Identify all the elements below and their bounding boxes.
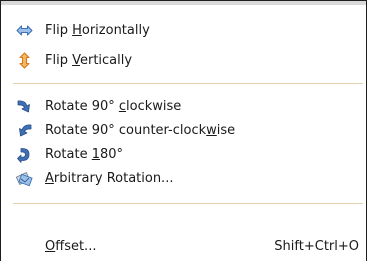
rotate-180-icon: [16, 146, 33, 163]
rotate-180-label: Rotate 180°: [45, 147, 124, 162]
arbitrary-rotation-icon: [16, 170, 33, 187]
rotate-180-item[interactable]: Rotate 180°: [1, 143, 366, 166]
rotate-90-counter-clockwise-item[interactable]: Rotate 90° counter-clockwise: [1, 119, 366, 142]
flip-horizontal-icon: [16, 22, 33, 39]
menu-separator: [13, 83, 363, 84]
rotate-90-clockwise-label: Rotate 90° clockwise: [45, 99, 182, 114]
offset-item[interactable]: Offset... Shift+Ctrl+O: [1, 235, 366, 258]
rotate-90-clockwise-item[interactable]: Rotate 90° clockwise: [1, 95, 366, 118]
offset-shortcut: Shift+Ctrl+O: [274, 239, 359, 254]
flip-vertically-item[interactable]: Flip Vertically: [1, 49, 366, 72]
rotate-90-counter-clockwise-label: Rotate 90° counter-clockwise: [45, 123, 236, 138]
flip-vertically-label: Flip Vertically: [45, 53, 133, 68]
arbitrary-rotation-item[interactable]: Arbitrary Rotation...: [1, 167, 366, 190]
rotate-ccw-icon: [16, 122, 33, 139]
rotate-cw-icon: [16, 98, 33, 115]
flip-vertical-icon: [16, 52, 33, 69]
menu-separator: [13, 203, 363, 204]
transform-menu: Flip Horizontally Flip Vertically Rotate…: [0, 0, 367, 261]
flip-horizontally-label: Flip Horizontally: [45, 23, 150, 38]
flip-horizontally-item[interactable]: Flip Horizontally: [1, 19, 366, 42]
offset-label: Offset...: [45, 239, 97, 254]
menu-top-shade: [1, 1, 366, 5]
arbitrary-rotation-label: Arbitrary Rotation...: [45, 171, 174, 186]
